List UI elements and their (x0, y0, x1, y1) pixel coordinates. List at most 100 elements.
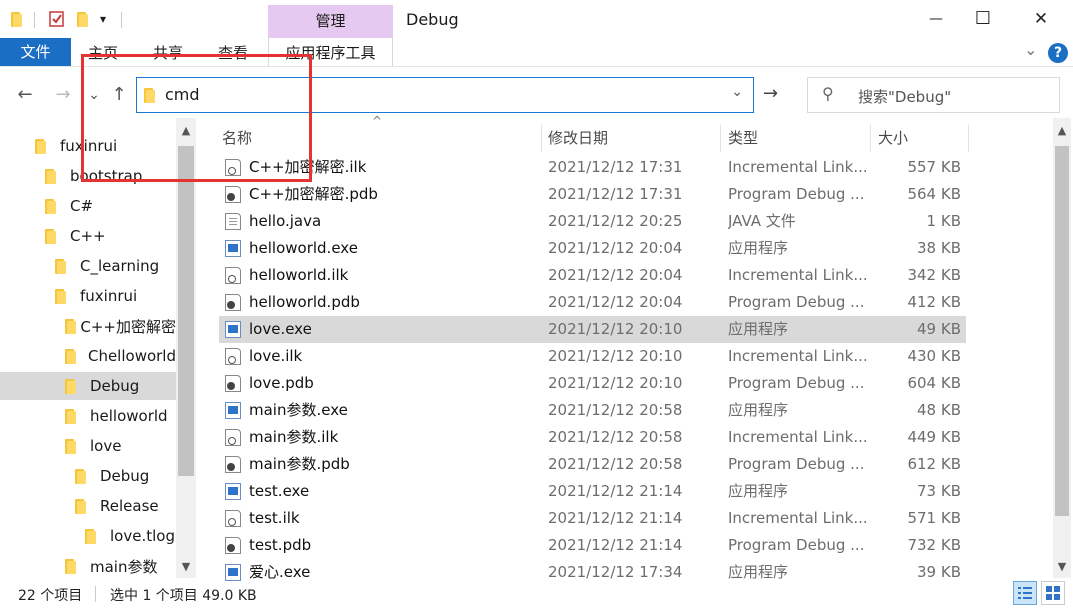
tree-scrollbar[interactable]: ▲ ▼ (176, 118, 196, 578)
details-view-button[interactable] (1013, 581, 1037, 605)
address-dropdown-button[interactable]: ⌄ (731, 84, 743, 100)
table-row[interactable]: love.pdb 2021/12/12 20:10 Program Debug ..… (219, 370, 966, 397)
pdb-file-icon (225, 186, 241, 203)
annotation-highlight-box (81, 54, 312, 182)
file-size: 612 KB (907, 455, 961, 473)
file-type: Program Debug ... (728, 293, 865, 311)
file-type: JAVA 文件 (728, 212, 796, 230)
file-list-scrollbar-thumb[interactable] (1055, 146, 1069, 516)
large-icons-view-button[interactable] (1041, 581, 1065, 605)
table-row[interactable]: love.ilk 2021/12/12 20:10 Incremental Link… (219, 343, 966, 370)
column-header-date[interactable]: 修改日期 (548, 124, 608, 152)
tree-item[interactable]: Chelloworld (0, 342, 176, 370)
tree-item-label: fuxinrui (80, 287, 138, 305)
table-row[interactable]: main参数.exe 2021/12/12 20:58 应用程序 48 KB (219, 397, 966, 424)
file-name: hello.java (249, 212, 322, 230)
chevron-down-icon[interactable]: ⌄ (1024, 40, 1037, 59)
table-row[interactable]: helloworld.exe 2021/12/12 20:04 应用程序 38 KB (219, 235, 966, 262)
forward-button[interactable]: → (52, 83, 74, 107)
exe-file-icon (225, 483, 241, 500)
tree-item-label: main参数 (90, 557, 158, 576)
go-button[interactable]: → (763, 83, 778, 104)
column-divider[interactable] (968, 124, 969, 152)
table-row[interactable]: test.exe 2021/12/12 21:14 应用程序 73 KB (219, 478, 966, 505)
tree-item[interactable]: C++加密解密 (0, 312, 176, 340)
table-row[interactable]: main参数.pdb 2021/12/12 20:58 Program Debug … (219, 451, 966, 478)
tree-item[interactable]: love.tlog (0, 522, 176, 550)
tab-manage[interactable]: 管理 (268, 5, 393, 38)
table-row[interactable]: love.exe 2021/12/12 20:10 应用程序 49 KB (219, 316, 966, 343)
ilk-file-icon (225, 267, 241, 284)
tree-item[interactable]: C_learning (0, 252, 176, 280)
file-type: 应用程序 (728, 239, 789, 257)
title-bar: ▾ 管理 Debug — ☐ ✕ (0, 0, 1073, 38)
file-name: test.ilk (249, 509, 300, 527)
back-button[interactable]: ← (14, 83, 36, 107)
tree-item[interactable]: love (0, 432, 176, 460)
file-list-scrollbar[interactable]: ▲ ▼ (1053, 118, 1071, 578)
close-button[interactable]: ✕ (1018, 6, 1064, 32)
maximize-button[interactable]: ☐ (960, 6, 1006, 32)
file-name: main参数.ilk (249, 428, 339, 446)
file-date: 2021/12/12 21:14 (548, 536, 683, 554)
column-divider[interactable] (541, 124, 542, 152)
column-divider[interactable] (720, 124, 721, 152)
table-row[interactable]: hello.java 2021/12/12 20:25 JAVA 文件 1 KB (219, 208, 966, 235)
tree-item[interactable]: Debug (0, 462, 176, 490)
tree-item[interactable]: C# (0, 192, 176, 220)
column-header-size[interactable]: 大小 (878, 124, 908, 152)
folder-icon (44, 168, 58, 184)
file-name: test.exe (249, 482, 310, 500)
file-date: 2021/12/12 20:10 (548, 374, 683, 392)
folder-icon (34, 138, 48, 154)
window-title: Debug (406, 10, 459, 29)
search-box[interactable]: ⚲ 搜索"Debug" (807, 77, 1060, 113)
minimize-button[interactable]: — (913, 6, 959, 32)
file-size: 342 KB (907, 266, 961, 284)
help-icon[interactable]: ? (1048, 43, 1068, 63)
tree-item[interactable]: helloworld (0, 402, 176, 430)
table-row[interactable]: helloworld.pdb 2021/12/12 20:04 Program De… (219, 289, 966, 316)
column-divider[interactable] (870, 124, 871, 152)
folder-icon (64, 318, 78, 334)
file-size: 48 KB (917, 401, 961, 419)
file-name: helloworld.ilk (249, 266, 349, 284)
tree-item[interactable]: main参数 (0, 552, 176, 578)
scroll-down-arrow[interactable]: ▼ (178, 560, 194, 573)
pdb-file-icon (225, 375, 241, 392)
tree-item-label: C# (70, 197, 94, 215)
tree-item-label: love.tlog (110, 527, 175, 545)
table-row[interactable]: main参数.ilk 2021/12/12 20:58 Incremental Li… (219, 424, 966, 451)
tree-scrollbar-thumb[interactable] (178, 146, 194, 476)
customize-quick-access-button[interactable]: ▾ (100, 9, 106, 29)
file-name: main参数.exe (249, 401, 348, 419)
properties-icon[interactable] (48, 9, 66, 29)
tree-item[interactable]: Debug (0, 372, 176, 400)
table-row[interactable]: helloworld.ilk 2021/12/12 20:04 Incrementa… (219, 262, 966, 289)
tree-item[interactable]: Release (0, 492, 176, 520)
tree-item[interactable]: fuxinrui (0, 282, 176, 310)
file-type: Program Debug ... (728, 536, 865, 554)
table-row[interactable]: test.pdb 2021/12/12 21:14 Program Debug ..… (219, 532, 966, 559)
table-row[interactable]: C++加密解密.pdb 2021/12/12 17:31 Program Debug… (219, 181, 966, 208)
ilk-file-icon (225, 348, 241, 365)
table-row[interactable]: C++加密解密.ilk 2021/12/12 17:31 Incremental L… (219, 154, 966, 181)
scroll-down-arrow[interactable]: ▼ (1054, 560, 1070, 573)
file-type: 应用程序 (728, 482, 789, 500)
file-date: 2021/12/12 21:14 (548, 509, 683, 527)
new-folder-icon[interactable] (76, 9, 90, 29)
file-size: 412 KB (907, 293, 961, 311)
file-name: main参数.pdb (249, 455, 350, 473)
table-row[interactable]: test.ilk 2021/12/12 21:14 Incremental Link… (219, 505, 966, 532)
scroll-up-arrow[interactable]: ▲ (1054, 124, 1070, 137)
search-input[interactable]: 搜索"Debug" (858, 86, 951, 107)
tab-file[interactable]: 文件 (0, 38, 71, 66)
file-date: 2021/12/12 20:58 (548, 455, 683, 473)
column-header-type[interactable]: 类型 (728, 124, 758, 152)
search-icon: ⚲ (822, 84, 834, 103)
navigation-tree: fuxinrui bootstrap C# C++ C_learning fuxinrui… (0, 118, 196, 578)
tree-item[interactable]: C++ (0, 222, 176, 250)
file-size: 571 KB (907, 509, 961, 527)
file-type: Incremental Link... (728, 158, 868, 176)
tree-item-label: Release (100, 497, 159, 515)
